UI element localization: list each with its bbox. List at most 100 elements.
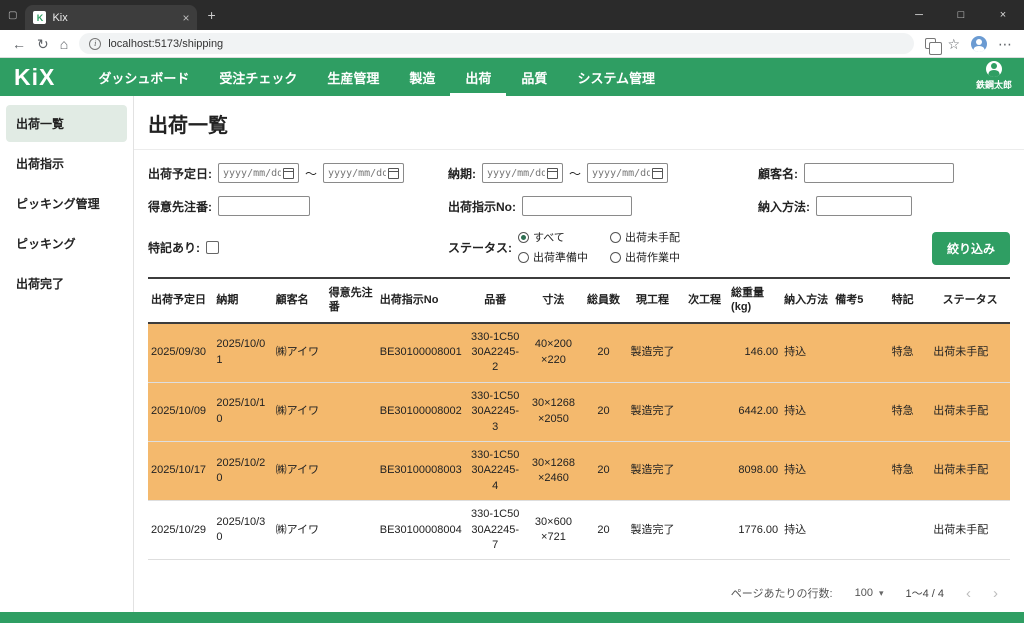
nav-item-2[interactable]: 生産管理	[312, 58, 394, 96]
status-option-3[interactable]: 出荷作業中	[610, 249, 680, 265]
calendar-icon[interactable]	[283, 168, 294, 179]
column-header-10[interactable]: 総重量(kg)	[728, 278, 781, 323]
minimize-button[interactable]: ─	[898, 0, 940, 30]
maximize-button[interactable]: □	[940, 0, 982, 30]
close-button[interactable]: ×	[982, 0, 1024, 30]
cell-r0-c7: 20	[583, 323, 624, 383]
column-header-13[interactable]: 特記	[875, 278, 930, 323]
tab-close-icon[interactable]: ×	[182, 11, 189, 25]
ship-date-from-field[interactable]	[223, 168, 281, 179]
page-title: 出荷一覧	[148, 109, 1010, 138]
favorites-star-icon[interactable]: ☆	[947, 37, 960, 51]
nav-item-4[interactable]: 出荷	[450, 58, 506, 96]
special-checkbox[interactable]	[206, 241, 219, 254]
nav-item-0[interactable]: ダッシュボード	[83, 58, 204, 96]
user-menu[interactable]: 鉄鋼太郎	[976, 61, 1012, 91]
ship-date-to-field[interactable]	[328, 168, 386, 179]
radio-icon[interactable]	[610, 252, 621, 263]
calendar-icon[interactable]	[388, 168, 399, 179]
column-header-2[interactable]: 顧客名	[273, 278, 326, 323]
status-option-0[interactable]: すべて	[518, 229, 588, 245]
cell-r0-c4: BE30100008001	[377, 323, 467, 383]
table-row-2[interactable]: 2025/10/172025/10/20㈱アイワBE30100008003330…	[148, 441, 1010, 500]
nav-item-5[interactable]: 品質	[506, 58, 562, 96]
sidebar-item-3[interactable]: ピッキング	[6, 225, 127, 262]
column-header-11[interactable]: 納入方法	[781, 278, 832, 323]
cell-r2-c3	[326, 441, 377, 500]
table-body: 2025/09/302025/10/01㈱アイワBE30100008001330…	[148, 323, 1010, 560]
rows-per-page-select[interactable]: 100 ▾	[855, 587, 884, 599]
filter-button[interactable]: 絞り込み	[932, 232, 1010, 265]
prev-page-icon[interactable]: ‹	[966, 586, 971, 601]
next-page-icon[interactable]: ›	[993, 586, 998, 601]
column-header-1[interactable]: 納期	[213, 278, 272, 323]
due-date-label: 納期:	[448, 165, 476, 182]
browser-window: ▢ K Kix × + ─ □ × ← ↻ ⌂ i localhost:5173…	[0, 0, 1024, 623]
collections-icon[interactable]	[925, 38, 936, 49]
column-header-4[interactable]: 出荷指示No	[377, 278, 467, 323]
nav-item-1[interactable]: 受注チェック	[204, 58, 312, 96]
calendar-icon[interactable]	[652, 168, 663, 179]
tab-favicon-icon: K	[33, 11, 46, 24]
due-date-from-input[interactable]	[482, 163, 563, 183]
home-icon[interactable]: ⌂	[60, 37, 68, 51]
cell-r1-c14: 出荷未手配	[930, 382, 1010, 441]
settings-more-icon[interactable]: ⋯	[998, 37, 1012, 51]
delivery-method-input[interactable]	[816, 196, 912, 216]
column-header-8[interactable]: 現工程	[624, 278, 681, 323]
radio-icon[interactable]	[518, 252, 529, 263]
cell-r0-c9	[681, 323, 728, 383]
back-icon[interactable]: ←	[12, 37, 26, 51]
refresh-icon[interactable]: ↻	[37, 37, 49, 51]
tab-search-icon[interactable]: ▢	[8, 10, 17, 21]
sidebar-item-1[interactable]: 出荷指示	[6, 145, 127, 182]
url-bar[interactable]: i localhost:5173/shipping	[79, 33, 914, 54]
sidebar-item-0[interactable]: 出荷一覧	[6, 105, 127, 142]
radio-icon[interactable]	[610, 232, 621, 243]
status-option-1[interactable]: 出荷未手配	[610, 229, 680, 245]
column-header-3[interactable]: 得意先注番	[326, 278, 377, 323]
sidebar-item-4[interactable]: 出荷完了	[6, 265, 127, 302]
radio-icon[interactable]	[518, 232, 529, 243]
filter-actions: 絞り込み	[932, 232, 1010, 265]
cell-r2-c8: 製造完了	[624, 441, 681, 500]
column-header-9[interactable]: 次工程	[681, 278, 728, 323]
cell-r2-c10: 8098.00	[728, 441, 781, 500]
cell-r3-c11: 持込	[781, 501, 832, 560]
instruction-no-input[interactable]	[522, 196, 632, 216]
column-header-12[interactable]: 備考5	[832, 278, 875, 323]
due-date-from-field[interactable]	[487, 168, 545, 179]
cell-r1-c9	[681, 382, 728, 441]
new-tab-icon[interactable]: +	[207, 7, 215, 23]
status-option-2[interactable]: 出荷準備中	[518, 249, 588, 265]
app-logo[interactable]: KiX	[14, 64, 55, 91]
sidebar-item-2[interactable]: ピッキング管理	[6, 185, 127, 222]
column-header-5[interactable]: 品番	[467, 278, 524, 323]
table-row-1[interactable]: 2025/10/092025/10/10㈱アイワBE30100008002330…	[148, 382, 1010, 441]
table-row-3[interactable]: 2025/10/292025/10/30㈱アイワBE30100008004330…	[148, 501, 1010, 560]
site-info-icon[interactable]: i	[89, 38, 101, 50]
due-date-to-field[interactable]	[592, 168, 650, 179]
nav-item-3[interactable]: 製造	[394, 58, 450, 96]
customer-po-input[interactable]	[218, 196, 310, 216]
delivery-method-label: 納入方法:	[758, 198, 810, 215]
rows-per-page-value: 100	[855, 587, 873, 599]
browser-profile-avatar[interactable]	[971, 36, 987, 52]
ship-date-to-input[interactable]	[323, 163, 404, 183]
column-header-6[interactable]: 寸法	[524, 278, 583, 323]
due-date-to-input[interactable]	[587, 163, 668, 183]
ship-date-from-input[interactable]	[218, 163, 299, 183]
customer-input[interactable]	[804, 163, 954, 183]
column-header-7[interactable]: 総員数	[583, 278, 624, 323]
ship-date-label: 出荷予定日:	[148, 165, 212, 182]
browser-addressbar: ← ↻ ⌂ i localhost:5173/shipping ☆ ⋯	[0, 30, 1024, 58]
table-row-0[interactable]: 2025/09/302025/10/01㈱アイワBE30100008001330…	[148, 323, 1010, 383]
column-header-14[interactable]: ステータス	[930, 278, 1010, 323]
nav-item-6[interactable]: システム管理	[562, 58, 670, 96]
browser-titlebar: ▢ K Kix × + ─ □ ×	[0, 0, 1024, 30]
calendar-icon[interactable]	[547, 168, 558, 179]
column-header-0[interactable]: 出荷予定日	[148, 278, 213, 323]
cell-r3-c7: 20	[583, 501, 624, 560]
cell-r3-c5: 330-1C50 30A2245-7	[467, 501, 524, 560]
browser-tab[interactable]: K Kix ×	[25, 5, 197, 30]
